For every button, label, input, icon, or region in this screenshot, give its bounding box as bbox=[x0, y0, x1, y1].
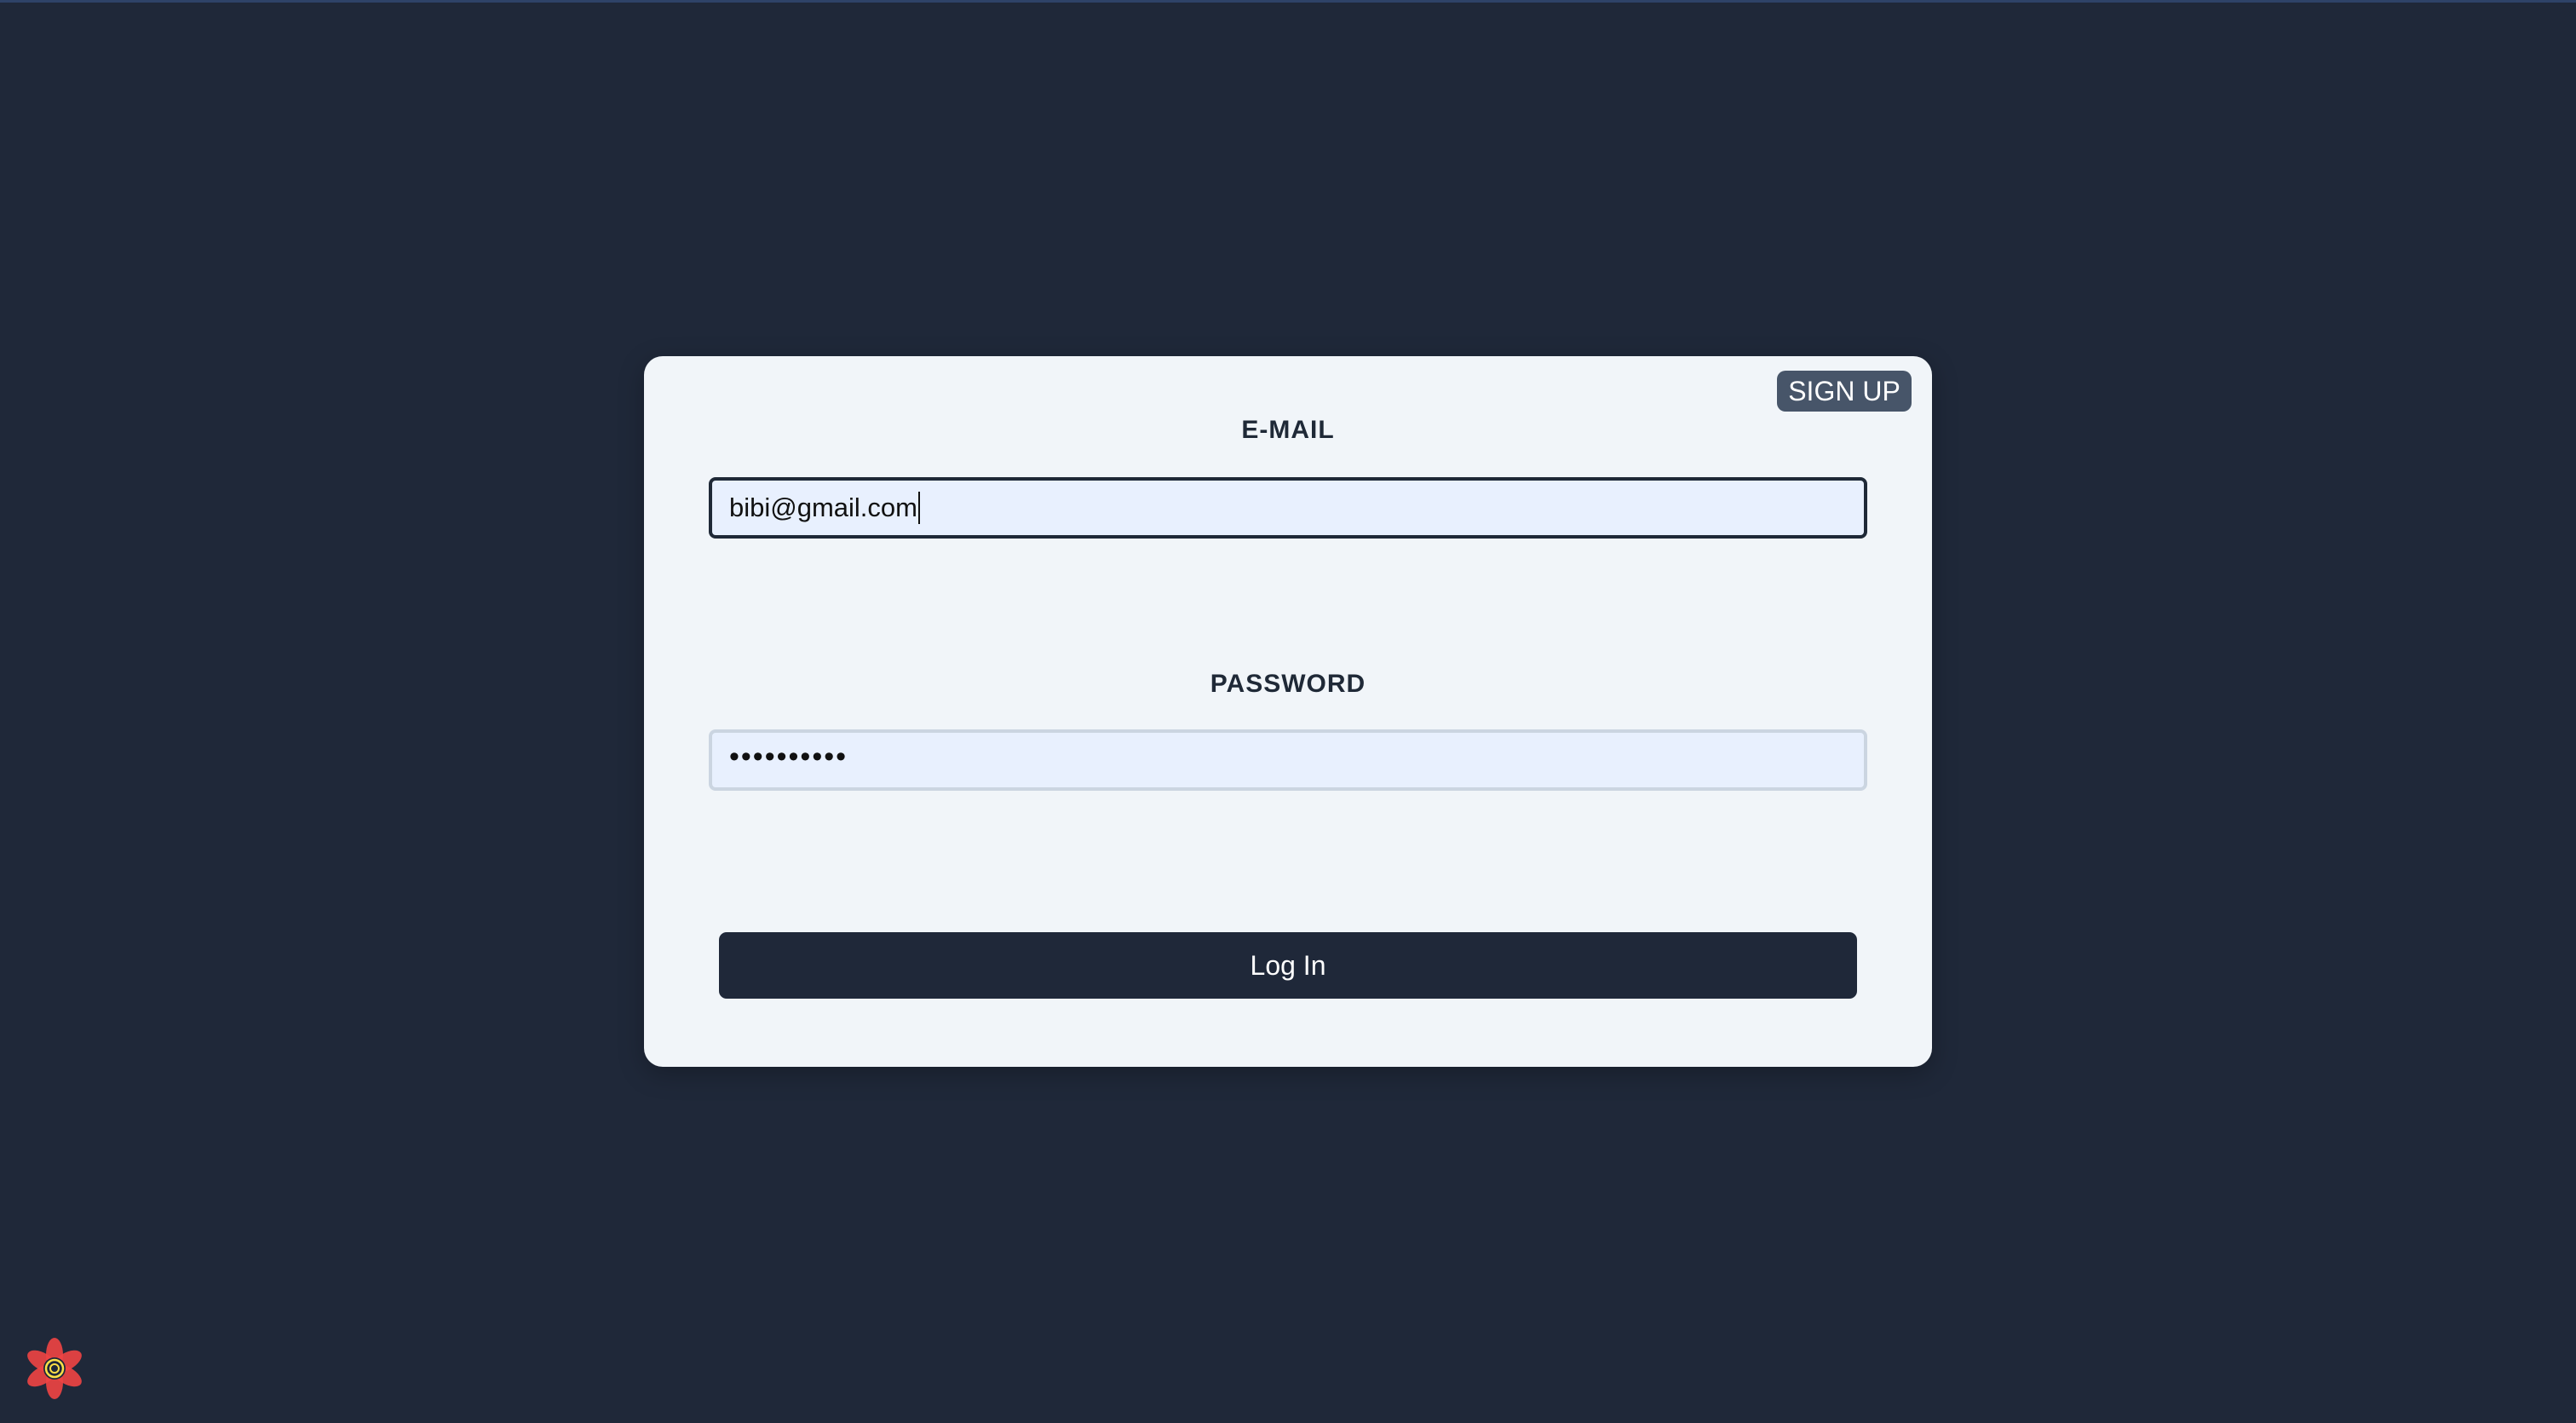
email-field[interactable]: bibi@gmail.com bbox=[709, 477, 1867, 539]
sign-up-button[interactable]: SIGN UP bbox=[1777, 371, 1912, 412]
log-in-button[interactable]: Log In bbox=[719, 932, 1857, 999]
text-caret bbox=[917, 492, 920, 524]
password-masked-value: •••••••••• bbox=[729, 740, 848, 773]
email-value: bibi@gmail.com bbox=[729, 493, 917, 522]
password-field[interactable]: •••••••••• bbox=[709, 729, 1867, 791]
password-label: PASSWORD bbox=[1210, 670, 1366, 698]
email-label: E-MAIL bbox=[1241, 416, 1335, 444]
react-query-devtools-flower-icon[interactable] bbox=[20, 1336, 89, 1401]
window-top-edge bbox=[0, 0, 2576, 3]
